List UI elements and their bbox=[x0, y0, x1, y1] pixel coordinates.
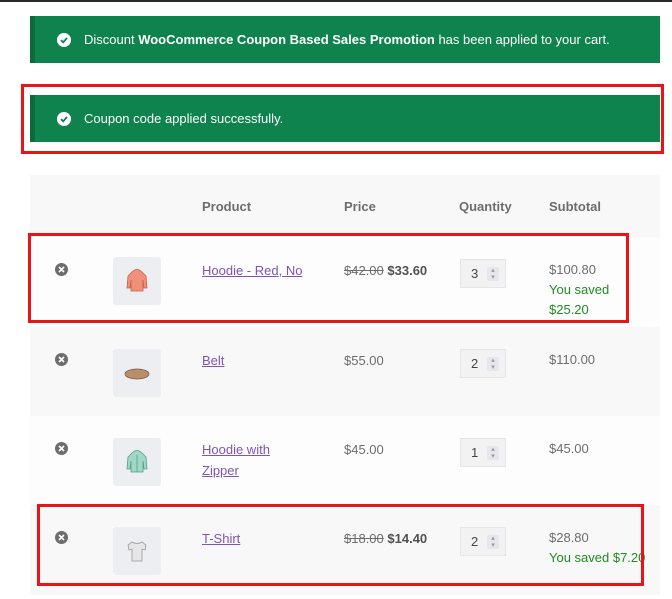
header-product: Product bbox=[202, 199, 252, 214]
quantity-input[interactable]: 2 ▴ ▾ bbox=[460, 527, 506, 556]
quantity-spinner[interactable]: ▴ ▾ bbox=[487, 535, 499, 549]
header-quantity: Quantity bbox=[459, 199, 512, 214]
price: $18.00 $14.40 bbox=[344, 531, 428, 546]
remove-item-icon[interactable] bbox=[55, 263, 68, 276]
belt-icon[interactable] bbox=[113, 349, 161, 397]
product-link[interactable]: Belt bbox=[202, 350, 292, 371]
quantity-spinner[interactable]: ▴ ▾ bbox=[487, 446, 499, 460]
table-row: Hoodie with Zipper $45.00 1 ▴ ▾ $45.00 bbox=[30, 416, 660, 505]
saved-text: You saved $25.20 bbox=[549, 282, 610, 317]
price: $55.00 bbox=[344, 353, 384, 368]
saved-text: You saved $7.20 bbox=[549, 550, 646, 565]
header-price: Price bbox=[344, 199, 376, 214]
table-row: Belt $55.00 2 ▴ ▾ $110.00 bbox=[30, 327, 660, 416]
discount-notice: Discount WooCommerce Coupon Based Sales … bbox=[30, 16, 660, 63]
quantity-input[interactable]: 2 ▴ ▾ bbox=[460, 349, 506, 378]
table-row: T-Shirt $18.00 $14.40 2 ▴ ▾ $28.80 You save… bbox=[30, 505, 660, 595]
table-row: Hoodie - Red, No $42.00 $33.60 3 ▴ ▾ $100.… bbox=[30, 237, 660, 327]
hoodie-zipper-icon[interactable] bbox=[113, 438, 161, 486]
quantity-spinner[interactable]: ▴ ▾ bbox=[487, 357, 499, 371]
price: $42.00 $33.60 bbox=[344, 263, 428, 278]
remove-item-icon[interactable] bbox=[55, 353, 68, 366]
subtotal: $45.00 bbox=[549, 441, 589, 456]
subtotal: $110.00 bbox=[549, 352, 596, 367]
product-link[interactable]: Hoodie with Zipper bbox=[202, 439, 292, 481]
product-link[interactable]: Hoodie - Red, No bbox=[202, 260, 322, 281]
check-circle-icon bbox=[57, 32, 71, 47]
hoodie-red-icon[interactable] bbox=[113, 257, 161, 305]
quantity-input[interactable]: 3 ▴ ▾ bbox=[460, 259, 506, 288]
price: $45.00 bbox=[344, 442, 384, 457]
product-link[interactable]: T-Shirt bbox=[202, 528, 292, 549]
remove-item-icon[interactable] bbox=[55, 442, 68, 455]
subtotal: $28.80 You saved $7.20 bbox=[549, 528, 645, 568]
check-circle-icon bbox=[57, 111, 71, 126]
cart-table: Product Price Quantity Subtotal Hoodie -… bbox=[30, 175, 660, 595]
table-header: Product Price Quantity Subtotal bbox=[30, 175, 660, 237]
subtotal: $100.80 You saved $25.20 bbox=[549, 260, 619, 320]
remove-item-icon[interactable] bbox=[55, 531, 68, 544]
quantity-input[interactable]: 1 ▴ ▾ bbox=[460, 438, 506, 467]
tshirt-icon[interactable] bbox=[113, 527, 161, 575]
top-bar bbox=[0, 0, 672, 2]
header-subtotal: Subtotal bbox=[549, 199, 601, 214]
quantity-spinner[interactable]: ▴ ▾ bbox=[487, 267, 499, 281]
coupon-notice: Coupon code applied successfully. bbox=[30, 95, 660, 142]
notice-text: Coupon code applied successfully. bbox=[84, 111, 284, 126]
notice-text: Discount WooCommerce Coupon Based Sales … bbox=[84, 32, 610, 47]
